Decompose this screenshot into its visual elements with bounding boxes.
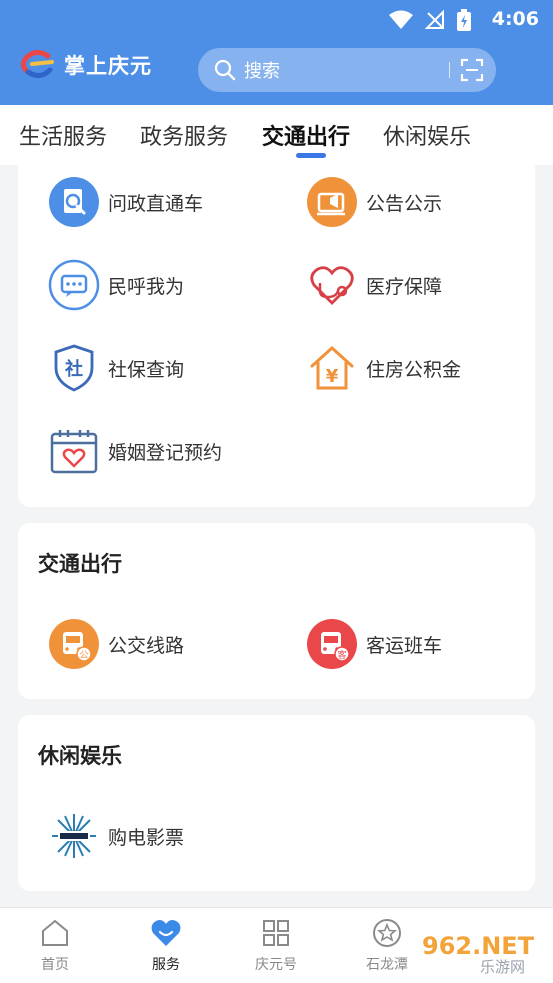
service-label: 医疗保障 (366, 275, 443, 298)
nav-label: 服务 (152, 957, 180, 973)
search-divider (449, 62, 450, 78)
svg-text:社: 社 (65, 358, 83, 380)
app-header: 4:06 掌上庆元 搜索 (0, 0, 553, 105)
service-item-housing-fund[interactable]: ¥ 住房公积金 (306, 342, 461, 394)
grid-icon (263, 920, 289, 946)
nav-label: 石龙潭 (366, 957, 408, 973)
scan-icon[interactable] (460, 58, 484, 82)
leisure-card: 休闲娱乐 购电影票 (18, 715, 535, 891)
app-name: 掌上庆元 (64, 54, 152, 78)
chat-bubble-icon (48, 259, 100, 311)
battery-charging-icon (457, 9, 471, 31)
status-icons (389, 9, 471, 31)
svg-text:¥: ¥ (326, 366, 339, 387)
service-label: 婚姻登记预约 (108, 441, 223, 464)
service-item-bus-routes[interactable]: 公 公交线路 (48, 618, 184, 670)
search-icon (214, 59, 236, 81)
search-bar[interactable]: 搜索 (198, 48, 496, 92)
bus-icon: 公 (49, 619, 99, 669)
clipboard-search-icon (49, 177, 99, 227)
svg-text:公: 公 (79, 650, 88, 661)
heart-stethoscope-icon (310, 266, 354, 305)
service-item-marriage[interactable]: 婚姻登记预约 (48, 425, 222, 477)
brand: 掌上庆元 (18, 50, 152, 80)
cinema-logo-icon (52, 814, 96, 858)
app-logo-icon (20, 50, 54, 78)
status-time: 4:06 (491, 8, 539, 30)
leisure-card-title: 休闲娱乐 (38, 744, 122, 768)
svg-text:乐游网: 乐游网 (480, 958, 525, 976)
service-item-minhu[interactable]: 民呼我为 (48, 259, 184, 311)
announcement-icon (307, 177, 357, 227)
service-label: 公交线路 (108, 634, 185, 657)
service-label: 客运班车 (366, 634, 443, 657)
svg-text:962.NET: 962.NET (422, 932, 535, 960)
nav-services[interactable]: 服务 (121, 908, 211, 983)
nav-shilongtan[interactable]: 石龙潭 (342, 908, 432, 983)
heart-service-icon (151, 920, 181, 946)
status-bar: 4:06 (0, 0, 553, 40)
service-item-medical[interactable]: 医疗保障 (306, 259, 442, 311)
traffic-card-title: 交通出行 (38, 552, 122, 576)
gov-services-card: 问政直通车 公告公示 民呼我为 医疗保障 社 社保查询 ¥ 住房公积金 婚姻登记… (18, 160, 535, 507)
nav-label: 庆元号 (255, 957, 297, 973)
category-tabs: 生活服务 政务服务 交通出行 休闲娱乐 (0, 105, 553, 165)
service-label: 购电影票 (108, 826, 185, 849)
calendar-heart-icon (50, 430, 98, 474)
active-tab-indicator (296, 153, 326, 158)
tab-leisure[interactable]: 休闲娱乐 (383, 119, 471, 151)
service-label: 社保查询 (108, 358, 185, 381)
nav-qingyuanhao[interactable]: 庆元号 (231, 908, 321, 983)
service-label: 公告公示 (366, 192, 443, 215)
service-label: 问政直通车 (108, 192, 204, 215)
service-item-social-security[interactable]: 社 社保查询 (48, 342, 184, 394)
service-item-movie-tickets[interactable]: 购电影票 (48, 810, 184, 862)
no-signal-icon (425, 10, 444, 29)
home-icon (42, 919, 68, 946)
house-yuan-icon: ¥ (310, 345, 354, 390)
nav-label: 首页 (41, 957, 69, 973)
wifi-icon (389, 10, 413, 29)
search-placeholder: 搜索 (244, 61, 280, 82)
service-item-wenzheng[interactable]: 问政直通车 (48, 176, 203, 228)
svg-text:客: 客 (337, 649, 346, 661)
traffic-card: 交通出行 公 公交线路 客 客运班车 (18, 523, 535, 699)
watermark-logo: 962.NET 乐游网 (422, 932, 535, 976)
service-label: 民呼我为 (108, 275, 185, 298)
service-item-coach[interactable]: 客 客运班车 (306, 618, 442, 670)
star-circle-icon (373, 919, 401, 947)
tab-life-services[interactable]: 生活服务 (19, 119, 107, 151)
tab-gov-services[interactable]: 政务服务 (140, 119, 228, 151)
service-item-announcement[interactable]: 公告公示 (306, 176, 442, 228)
nav-home[interactable]: 首页 (10, 908, 100, 983)
service-label: 住房公积金 (366, 358, 462, 381)
tab-traffic[interactable]: 交通出行 (262, 119, 350, 151)
coach-icon: 客 (307, 619, 357, 669)
shield-social-icon: 社 (54, 344, 94, 392)
